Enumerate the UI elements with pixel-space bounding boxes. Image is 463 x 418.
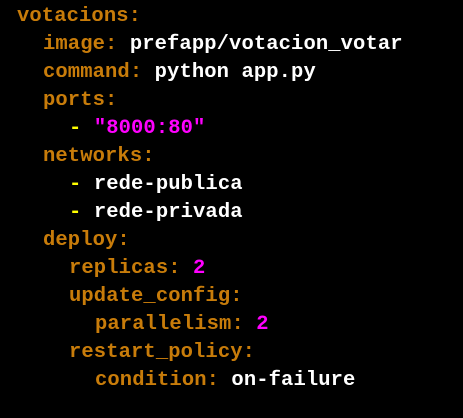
- code-editor[interactable]: votacions: image: prefapp/votacion_votar c…: [0, 0, 463, 418]
- code-line: - rede-publica: [0, 171, 463, 199]
- yaml-colon: :: [128, 5, 142, 28]
- code-line: - "8000:80": [0, 115, 463, 143]
- yaml-key: parallelism: [95, 313, 232, 336]
- yaml-colon: :: [129, 61, 143, 84]
- yaml-value: prefapp/votacion_votar: [117, 33, 403, 56]
- yaml-key: restart_policy: [69, 341, 243, 364]
- code-line: parallelism: 2: [0, 311, 463, 339]
- code-line: deploy:: [0, 227, 463, 255]
- yaml-value: 2: [243, 313, 269, 336]
- code-line: networks:: [0, 143, 463, 171]
- yaml-colon: :: [117, 229, 130, 252]
- yaml-key: image: [43, 33, 106, 56]
- code-line: condition: on-failure: [0, 367, 463, 395]
- yaml-key: deploy: [43, 229, 118, 252]
- yaml-colon: :: [142, 145, 155, 168]
- yaml-value: rede-publica: [93, 173, 243, 196]
- yaml-key: condition: [95, 369, 207, 392]
- code-line: replicas: 2: [0, 255, 463, 283]
- yaml-colon: :: [168, 257, 181, 280]
- code-line: image: prefapp/votacion_votar: [0, 31, 463, 59]
- list-dash: -: [69, 201, 94, 224]
- yaml-value: rede-privada: [93, 201, 243, 224]
- yaml-colon: :: [230, 285, 243, 308]
- yaml-colon: :: [242, 341, 256, 364]
- code-line: votacions:: [0, 3, 463, 31]
- yaml-colon: :: [231, 313, 244, 336]
- yaml-colon: :: [105, 33, 118, 56]
- yaml-key: command: [43, 61, 130, 84]
- yaml-value: python app.py: [142, 61, 316, 84]
- code-line: restart_policy:: [0, 339, 463, 367]
- yaml-key: networks: [43, 145, 143, 168]
- yaml-value: on-failure: [219, 369, 356, 392]
- code-line: update_config:: [0, 283, 463, 311]
- yaml-key: ports: [43, 89, 106, 112]
- yaml-value: "8000:80": [93, 117, 206, 140]
- yaml-colon: :: [105, 89, 118, 112]
- list-dash: -: [69, 173, 94, 196]
- code-line: command: python app.py: [0, 59, 463, 87]
- list-dash: -: [69, 117, 94, 140]
- code-line: - rede-privada: [0, 199, 463, 227]
- yaml-key: votacions: [17, 5, 129, 28]
- code-line: ports:: [0, 87, 463, 115]
- yaml-key: update_config: [69, 285, 231, 308]
- yaml-colon: :: [206, 369, 220, 392]
- yaml-value: 2: [180, 257, 206, 280]
- yaml-key: replicas: [69, 257, 169, 280]
